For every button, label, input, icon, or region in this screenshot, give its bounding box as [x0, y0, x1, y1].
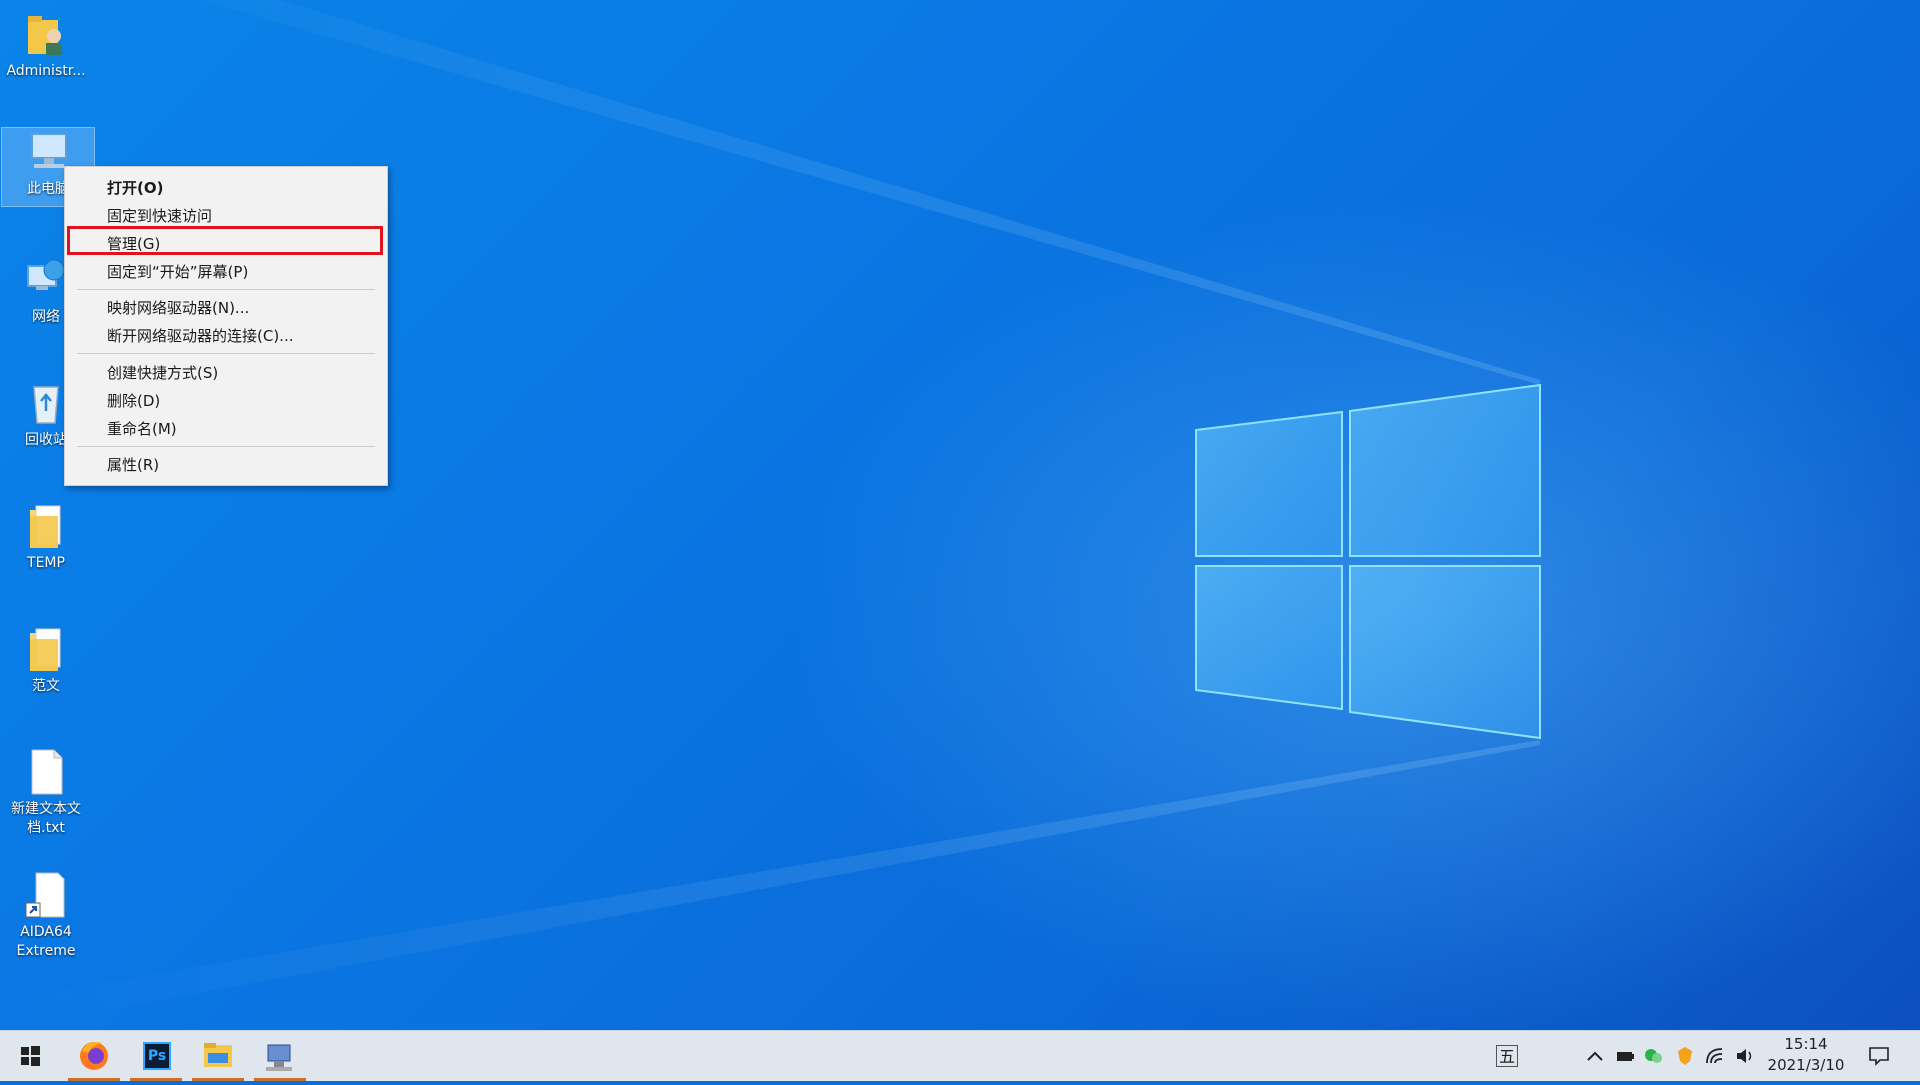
desktop-icon-label: Administr...	[6, 63, 86, 79]
notification-center-icon[interactable]	[1868, 1045, 1890, 1067]
wechat-icon[interactable]	[1642, 1045, 1664, 1067]
menu-item-delete[interactable]: 删除(D)	[65, 387, 387, 415]
battery-icon[interactable]	[1614, 1045, 1636, 1067]
shield-icon[interactable]	[1674, 1045, 1696, 1067]
network-globe-icon	[22, 256, 70, 304]
photoshop-icon: Ps	[143, 1042, 171, 1070]
taskbar: Ps 五 15:14 2021/3/10	[0, 1030, 1920, 1081]
menu-item-pin-start[interactable]: 固定到“开始”屏幕(P)	[65, 258, 387, 286]
recycle-bin-icon	[22, 379, 70, 427]
firefox-icon	[80, 1042, 108, 1070]
volume-icon[interactable]	[1734, 1045, 1756, 1067]
menu-item-create-shortcut[interactable]: 创建快捷方式(S)	[65, 359, 387, 387]
folder-icon	[22, 502, 70, 550]
highlight-annotation-box	[67, 226, 383, 255]
desktop-icon-label: 新建文本文档.txt	[11, 801, 81, 836]
menu-separator	[77, 289, 375, 290]
desktop-icon-administrator[interactable]: Administr...	[0, 10, 92, 81]
wifi-icon[interactable]	[1704, 1045, 1726, 1067]
start-windows-icon	[21, 1046, 40, 1066]
menu-item-open[interactable]: 打开(O)	[65, 174, 387, 202]
desktop-icon-label: TEMP	[27, 555, 65, 571]
file-explorer-icon	[204, 1043, 232, 1067]
taskbar-app-network-tool[interactable]	[250, 1031, 310, 1081]
system-clock[interactable]: 15:14 2021/3/10	[1756, 1034, 1856, 1076]
context-menu: 打开(O) 固定到快速访问 管理(G) 固定到“开始”屏幕(P) 映射网络驱动器…	[64, 166, 388, 486]
menu-item-properties[interactable]: 属性(R)	[65, 451, 387, 479]
desktop-icon-text-file[interactable]: 新建文本文档.txt	[0, 748, 92, 838]
ime-indicator[interactable]: 五	[1496, 1045, 1518, 1067]
menu-separator	[77, 353, 375, 354]
desktop-wallpaper	[0, 0, 1920, 1030]
taskbar-app-file-explorer[interactable]	[188, 1031, 248, 1081]
windows-logo-wallpaper	[0, 0, 1541, 1030]
desktop-icon-label: 范文	[32, 678, 60, 694]
taskbar-app-photoshop[interactable]: Ps	[126, 1031, 186, 1081]
clock-time: 15:14	[1784, 1035, 1828, 1053]
text-document-icon	[22, 748, 70, 796]
chevron-up-icon[interactable]	[1584, 1045, 1606, 1067]
menu-item-rename[interactable]: 重命名(M)	[65, 415, 387, 443]
menu-item-disconnect-network-drive[interactable]: 断开网络驱动器的连接(C)...	[65, 322, 387, 350]
desktop-icon-aida64[interactable]: AIDA64 Extreme	[0, 871, 92, 961]
menu-separator	[77, 446, 375, 447]
user-folder-icon	[22, 10, 70, 58]
desktop-icon-temp[interactable]: TEMP	[0, 502, 92, 573]
folder-icon	[22, 625, 70, 673]
desktop-icon-label: AIDA64 Extreme	[16, 924, 76, 959]
clock-date: 2021/3/10	[1767, 1056, 1845, 1074]
taskbar-app-firefox[interactable]	[64, 1031, 124, 1081]
start-button[interactable]	[0, 1031, 60, 1081]
menu-item-map-network-drive[interactable]: 映射网络驱动器(N)...	[65, 294, 387, 322]
desktop-icon-fanwen[interactable]: 范文	[0, 625, 92, 696]
network-app-icon	[266, 1044, 292, 1071]
shortcut-file-icon	[22, 871, 70, 919]
